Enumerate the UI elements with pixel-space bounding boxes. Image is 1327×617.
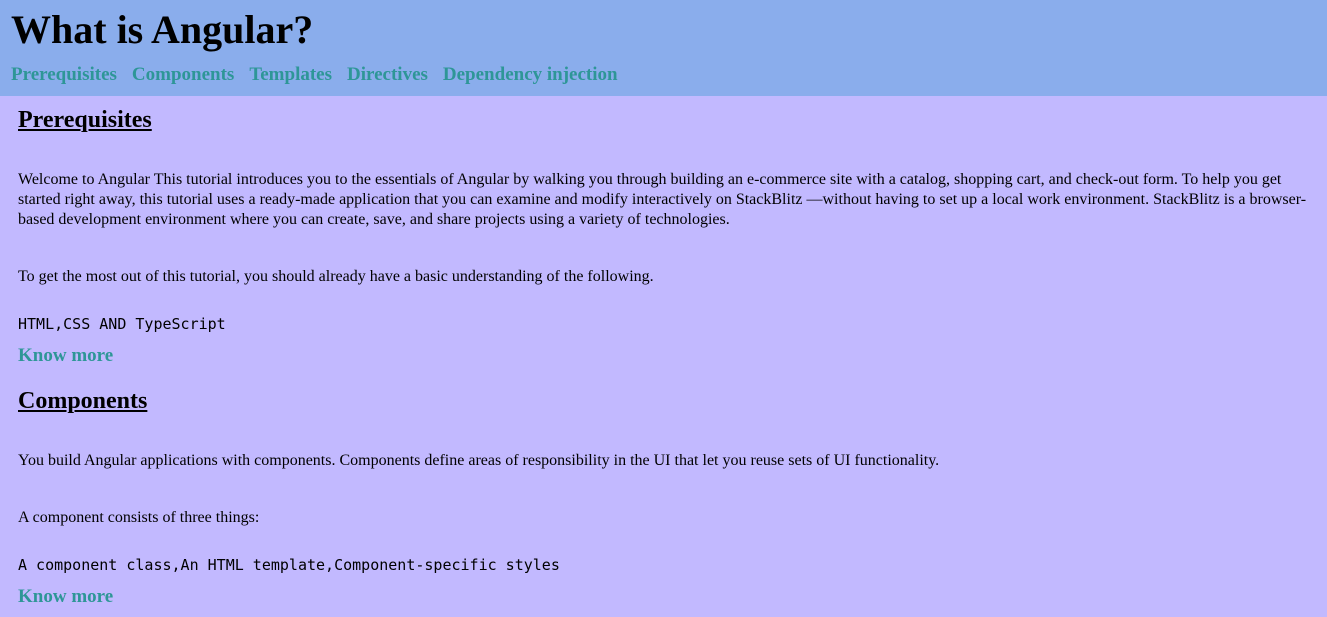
nav-link-directives[interactable]: Directives (347, 64, 428, 86)
code-snippet: HTML,CSS AND TypeScript (18, 315, 226, 333)
know-more-link[interactable]: Know more (18, 345, 113, 367)
nav-link-dependency-injection[interactable]: Dependency injection (443, 64, 618, 86)
page-header: What is Angular? Prerequisites Component… (0, 0, 1327, 96)
know-more-link[interactable]: Know more (18, 586, 113, 608)
section-title: Components (18, 388, 148, 414)
code-snippet: A component class,An HTML template,Compo… (18, 556, 560, 574)
nav-link-components[interactable]: Components (132, 64, 234, 86)
section-paragraph: You build Angular applications with comp… (18, 452, 940, 469)
top-nav: Prerequisites Components Templates Direc… (11, 64, 633, 86)
section-paragraph: A component consists of three things: (18, 509, 260, 526)
section-paragraph: To get the most out of this tutorial, yo… (18, 268, 654, 285)
nav-link-templates[interactable]: Templates (249, 64, 332, 86)
section-title: Prerequisites (18, 107, 152, 133)
page-title: What is Angular? (11, 7, 314, 52)
section-paragraph: Welcome to Angular This tutorial introdu… (18, 171, 1307, 228)
nav-link-prerequisites[interactable]: Prerequisites (11, 64, 117, 86)
